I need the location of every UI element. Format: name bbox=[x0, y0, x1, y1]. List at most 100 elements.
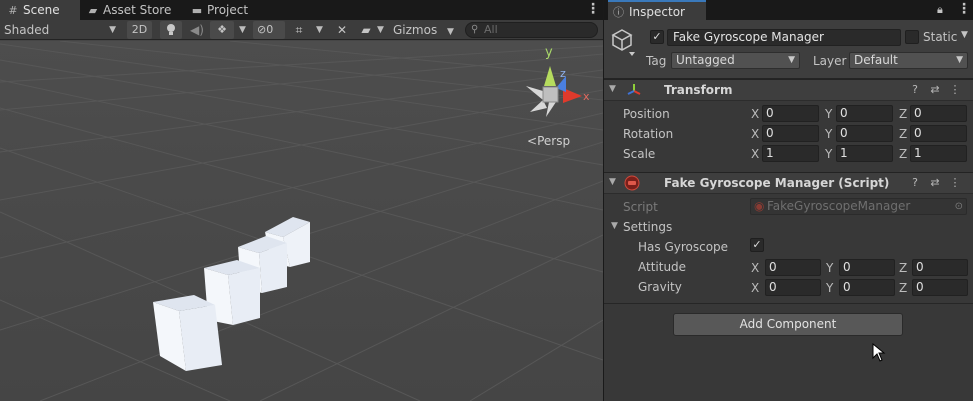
x-label: X bbox=[751, 107, 760, 121]
z-label: Z bbox=[899, 261, 908, 275]
layer-dropdown[interactable]: Default ▼ bbox=[849, 52, 968, 69]
hidden-objects-toggle[interactable]: ⊘0 bbox=[253, 21, 285, 39]
y-label: Y bbox=[826, 281, 834, 295]
rotation-z-field[interactable]: 0 bbox=[910, 125, 967, 142]
shading-mode-dropdown[interactable]: Shaded ▼ bbox=[4, 21, 120, 39]
toggle-2d-button[interactable]: 2D bbox=[127, 21, 152, 39]
chevron-down-icon: ▼ bbox=[956, 55, 963, 65]
position-x-field[interactable]: 0 bbox=[762, 105, 819, 122]
layer-label: Layer bbox=[813, 54, 847, 68]
tag-dropdown[interactable]: Untagged ▼ bbox=[671, 52, 800, 69]
lock-icon[interactable]: 🔒︎ bbox=[937, 3, 943, 17]
attitude-label: Attitude bbox=[638, 260, 687, 274]
presets-icon[interactable]: ⇄ bbox=[925, 83, 945, 96]
scale-z-field[interactable]: 1 bbox=[910, 145, 967, 162]
script-component-header[interactable]: ▼ Fake Gyroscope Manager (Script) ? ⇄ ⋮ bbox=[604, 172, 973, 194]
settings-label[interactable]: Settings bbox=[623, 220, 672, 234]
scene-tab-menu-icon[interactable]: ⋮ bbox=[586, 0, 600, 20]
gravity-x-field[interactable]: 0 bbox=[765, 279, 821, 296]
gameobject-cube-icon[interactable] bbox=[611, 28, 635, 61]
position-z-field[interactable]: 0 bbox=[910, 105, 967, 122]
script-header-icons: ? ⇄ ⋮ bbox=[905, 176, 965, 189]
attitude-y-field[interactable]: 0 bbox=[839, 259, 895, 276]
bag-icon: ▰ bbox=[88, 4, 98, 17]
scene-grid bbox=[0, 41, 603, 401]
help-icon[interactable]: ? bbox=[905, 83, 925, 96]
z-label: Z bbox=[899, 127, 908, 141]
z-label: Z bbox=[899, 281, 908, 295]
object-name-field[interactable]: Fake Gyroscope Manager bbox=[667, 29, 901, 46]
info-icon: ⓘ bbox=[613, 6, 624, 19]
scene-panel: # Scene ▰ Asset Store ▬ Project ⋮ Shaded ▼ … bbox=[0, 0, 603, 401]
projection-toggle[interactable]: <Persp bbox=[527, 134, 570, 148]
scene-search-input[interactable]: ⚲ All bbox=[465, 22, 598, 38]
object-picker-icon: ⊙ bbox=[954, 201, 963, 212]
gravity-z-field[interactable]: 0 bbox=[912, 279, 968, 296]
gizmo-axis-z-label: z bbox=[560, 67, 566, 80]
attitude-x-field[interactable]: 0 bbox=[765, 259, 821, 276]
gizmo-axis-x-label: x bbox=[583, 90, 590, 103]
fold-arrow-icon[interactable]: ▼ bbox=[609, 177, 616, 187]
inspector-tabbar: ⓘ Inspector 🔒︎ ⋮ bbox=[604, 0, 973, 20]
effects-toggle-icon[interactable]: ❖ bbox=[210, 21, 234, 39]
inspector-menu-icon[interactable]: ⋮ bbox=[957, 1, 971, 17]
grid-snap-icon[interactable]: ⌗ bbox=[290, 21, 308, 39]
fold-arrow-icon[interactable]: ▼ bbox=[609, 84, 616, 94]
effects-dropdown-icon[interactable]: ▼ bbox=[239, 21, 246, 39]
static-checkbox[interactable] bbox=[905, 30, 919, 44]
gizmo-center-cube bbox=[542, 86, 559, 103]
tab-inspector[interactable]: ⓘ Inspector bbox=[608, 0, 706, 20]
position-label: Position bbox=[623, 107, 670, 121]
lighting-toggle-icon[interactable] bbox=[160, 21, 182, 39]
attitude-z-field[interactable]: 0 bbox=[912, 259, 968, 276]
gizmos-dropdown[interactable]: Gizmos ▼ bbox=[393, 21, 454, 39]
rotation-label: Rotation bbox=[623, 127, 674, 141]
y-label: Y bbox=[825, 127, 833, 141]
tab-project[interactable]: ▬ Project bbox=[190, 0, 248, 20]
rotation-x-field[interactable]: 0 bbox=[762, 125, 819, 142]
add-component-button[interactable]: Add Component bbox=[673, 313, 903, 336]
scale-x-field[interactable]: 1 bbox=[762, 145, 819, 162]
static-dropdown-icon[interactable]: ▼ bbox=[961, 30, 968, 40]
mouse-cursor-icon bbox=[872, 342, 886, 366]
active-checkbox[interactable]: ✓ bbox=[650, 30, 664, 44]
script-file-icon: ◉ bbox=[754, 199, 765, 213]
z-label: Z bbox=[899, 107, 908, 121]
camera-dropdown-icon[interactable]: ▼ bbox=[377, 21, 384, 39]
z-label: Z bbox=[899, 147, 908, 161]
has-gyroscope-label: Has Gyroscope bbox=[638, 240, 729, 254]
grid-dropdown-icon[interactable]: ▼ bbox=[316, 21, 323, 39]
x-label: X bbox=[751, 261, 760, 275]
component-menu-icon[interactable]: ⋮ bbox=[945, 176, 965, 189]
component-menu-icon[interactable]: ⋮ bbox=[945, 83, 965, 96]
audio-toggle-icon[interactable]: ◀) bbox=[187, 21, 207, 39]
transform-header[interactable]: ▼ Transform ? ⇄ ⋮ bbox=[604, 79, 973, 101]
rotation-y-field[interactable]: 0 bbox=[836, 125, 893, 142]
chevron-down-icon: ▼ bbox=[788, 55, 795, 65]
scale-label: Scale bbox=[623, 147, 656, 161]
x-label: X bbox=[751, 281, 760, 295]
scene-toolbar: Shaded ▼ 2D ◀) ❖ ▼ ⊘0 ⌗ ▼ ✕ ▰ ▼ Gizmos ▼… bbox=[0, 20, 603, 40]
settings-fold-icon[interactable]: ▼ bbox=[611, 221, 618, 231]
scene-viewport[interactable]: y z x bbox=[0, 41, 603, 401]
presets-icon[interactable]: ⇄ bbox=[925, 176, 945, 189]
chevron-down-icon: ▼ bbox=[109, 25, 116, 35]
help-icon[interactable]: ? bbox=[905, 176, 925, 189]
tab-asset-store[interactable]: ▰ Asset Store bbox=[86, 0, 172, 20]
gravity-y-field[interactable]: 0 bbox=[839, 279, 895, 296]
chevron-down-icon: ▼ bbox=[447, 27, 454, 37]
tab-scene[interactable]: # Scene bbox=[0, 0, 80, 20]
position-y-field[interactable]: 0 bbox=[836, 105, 893, 122]
search-icon: ⚲ bbox=[471, 24, 479, 35]
has-gyroscope-checkbox[interactable]: ✓ bbox=[750, 238, 764, 252]
x-label: X bbox=[751, 147, 760, 161]
persp-chevron-icon: < bbox=[527, 134, 538, 148]
tools-icon[interactable]: ✕ bbox=[333, 21, 351, 39]
component-divider bbox=[604, 303, 973, 304]
script-component-icon bbox=[624, 175, 640, 194]
scale-y-field[interactable]: 1 bbox=[836, 145, 893, 162]
camera-icon[interactable]: ▰ bbox=[358, 21, 374, 39]
gravity-label: Gravity bbox=[638, 280, 682, 294]
script-label: Script bbox=[623, 200, 658, 214]
folder-icon: ▬ bbox=[191, 4, 203, 17]
